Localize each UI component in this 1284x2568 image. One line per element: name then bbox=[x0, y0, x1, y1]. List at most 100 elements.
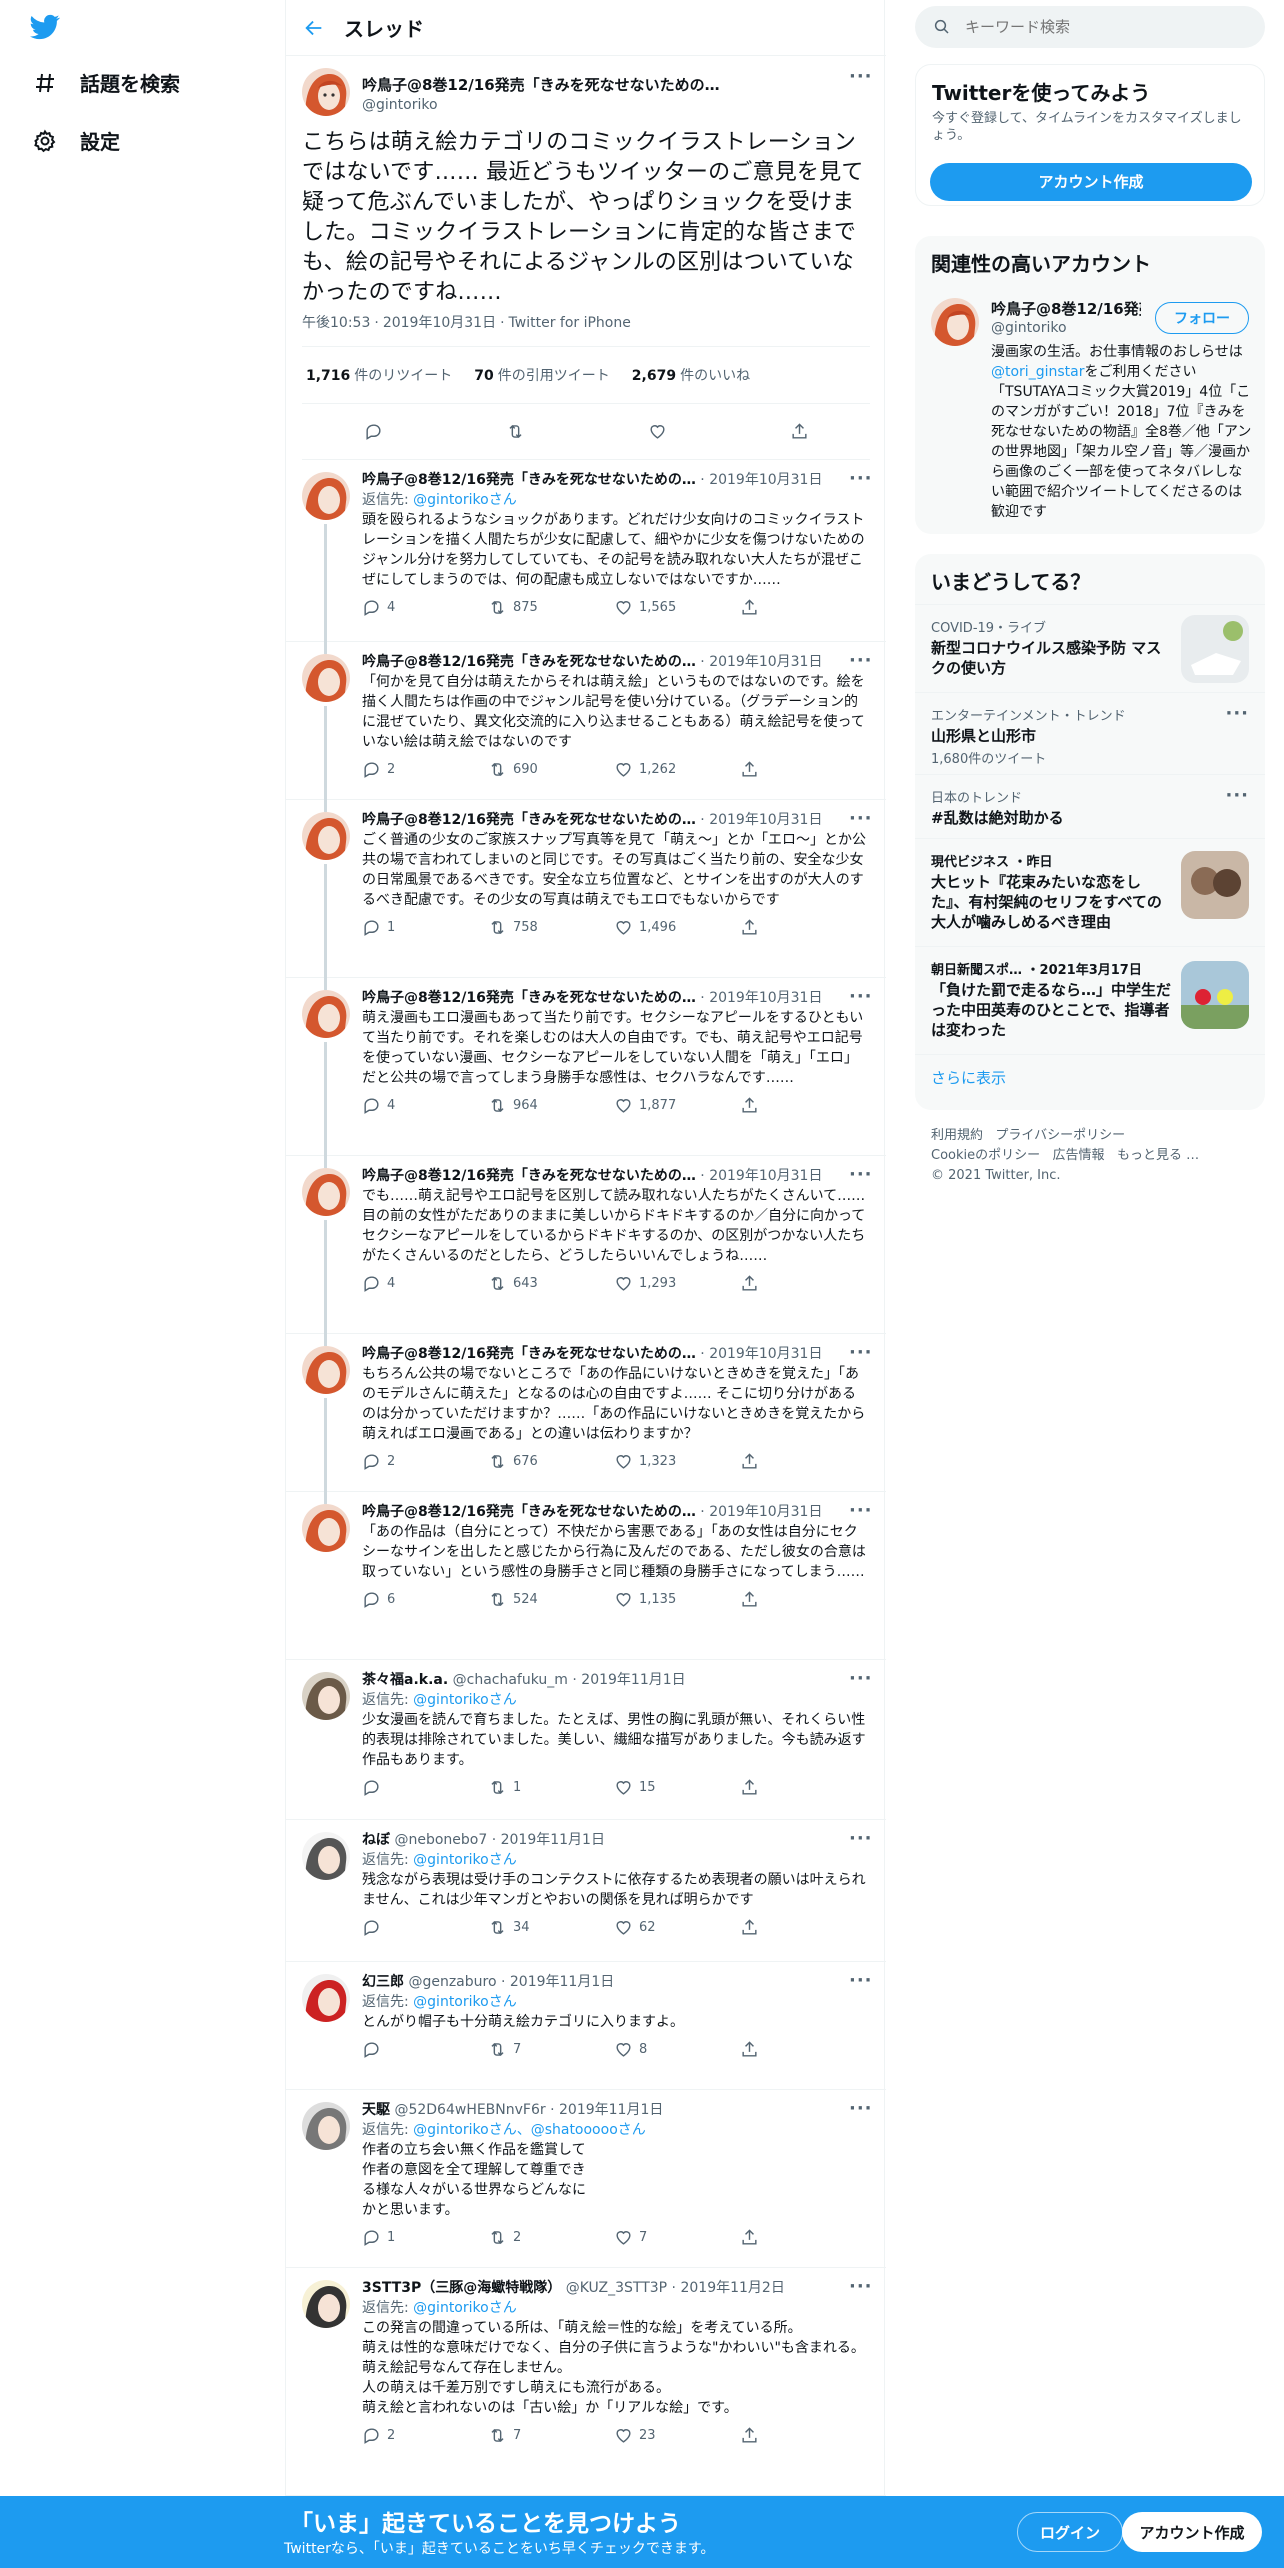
reply-date[interactable]: 2019年10月31日 bbox=[709, 654, 822, 670]
share-button[interactable] bbox=[740, 1778, 866, 1797]
more-icon[interactable]: ··· bbox=[849, 1342, 873, 1363]
like-button[interactable]: 1,565 bbox=[614, 598, 740, 617]
reply-button[interactable] bbox=[362, 2040, 488, 2059]
reply-date[interactable]: 2019年11月1日 bbox=[501, 1832, 605, 1848]
avatar[interactable] bbox=[302, 2102, 350, 2150]
reply-to-link[interactable]: @gintorikoさん、@shatoooooさん bbox=[413, 2122, 646, 2138]
reply-author-name[interactable]: ねぼ bbox=[362, 1832, 390, 1848]
trend-item[interactable]: エンターテインメント・トレンド 山形県と山形市 1,680件のツイート ··· bbox=[915, 692, 1265, 768]
share-button[interactable] bbox=[790, 422, 809, 441]
reply-author-handle[interactable]: @nebonebo7 bbox=[394, 1832, 487, 1848]
bio-link[interactable]: @tori_ginstar bbox=[991, 364, 1084, 380]
reply-tweet[interactable]: 吟鳥子@8巻12/16発売「きみを死なせないための… · 2019年10月31日… bbox=[286, 1492, 886, 1660]
footer-link[interactable]: プライバシーポリシー bbox=[995, 1128, 1125, 1143]
back-button[interactable] bbox=[286, 0, 342, 56]
reply-author-name[interactable]: 茶々福a.k.a. bbox=[362, 1672, 448, 1688]
avatar[interactable] bbox=[931, 298, 979, 346]
share-button[interactable] bbox=[740, 598, 866, 617]
retweet-button[interactable] bbox=[506, 422, 525, 441]
quote-count-link[interactable]: 70 件の引用ツイート bbox=[474, 365, 609, 385]
retweet-button[interactable]: 7 bbox=[488, 2426, 614, 2445]
reply-author-name[interactable]: 吟鳥子@8巻12/16発売「きみを死なせないための… bbox=[362, 654, 696, 670]
like-button[interactable]: 1,877 bbox=[614, 1096, 740, 1115]
search-bar[interactable] bbox=[915, 6, 1265, 48]
share-button[interactable] bbox=[740, 1452, 866, 1471]
retweet-button[interactable]: 690 bbox=[488, 760, 614, 779]
more-icon[interactable]: ··· bbox=[849, 1500, 873, 1521]
share-button[interactable] bbox=[740, 1918, 866, 1937]
more-icon[interactable]: ··· bbox=[849, 66, 873, 87]
like-button[interactable]: 1,262 bbox=[614, 760, 740, 779]
avatar[interactable] bbox=[302, 654, 350, 702]
reply-date[interactable]: 2019年11月1日 bbox=[510, 1974, 614, 1990]
trend-item[interactable]: 朝日新聞スポ… ・2021年3月17日 「負けた罰で走るなら…」中学生だった中田… bbox=[915, 946, 1265, 1054]
reply-to-link[interactable]: @gintorikoさん bbox=[413, 1994, 517, 2010]
like-button[interactable]: 7 bbox=[614, 2228, 740, 2247]
more-icon[interactable]: ··· bbox=[849, 1970, 873, 1991]
like-button[interactable]: 1,135 bbox=[614, 1590, 740, 1609]
reply-tweet[interactable]: 吟鳥子@8巻12/16発売「きみを死なせないための… · 2019年10月31日… bbox=[286, 460, 886, 654]
signup-banner-button[interactable]: アカウント作成 bbox=[1122, 2512, 1262, 2552]
reply-author-name[interactable]: 吟鳥子@8巻12/16発売「きみを死なせないための… bbox=[362, 472, 696, 488]
reply-tweet[interactable]: 吟鳥子@8巻12/16発売「きみを死なせないための… · 2019年10月31日… bbox=[286, 1156, 886, 1346]
reply-to-link[interactable]: @gintorikoさん bbox=[413, 492, 517, 508]
share-button[interactable] bbox=[740, 918, 866, 937]
more-icon[interactable]: ··· bbox=[1225, 703, 1249, 724]
retweet-button[interactable]: 643 bbox=[488, 1274, 614, 1293]
retweet-button[interactable]: 7 bbox=[488, 2040, 614, 2059]
follow-button[interactable]: フォロー bbox=[1155, 302, 1249, 334]
reply-author-name[interactable]: 天駆 bbox=[362, 2102, 390, 2118]
reply-author-name[interactable]: 幻三郎 bbox=[362, 1974, 404, 1990]
reply-date[interactable]: 2019年11月1日 bbox=[581, 1672, 685, 1688]
reply-date[interactable]: 2019年10月31日 bbox=[709, 472, 822, 488]
like-button[interactable]: 1,293 bbox=[614, 1274, 740, 1293]
avatar[interactable] bbox=[302, 2280, 350, 2328]
reply-tweet[interactable]: 吟鳥子@8巻12/16発売「きみを死なせないための… · 2019年10月31日… bbox=[286, 978, 886, 1168]
like-button[interactable]: 15 bbox=[614, 1778, 740, 1797]
like-count-link[interactable]: 2,679 件のいいね bbox=[632, 365, 750, 385]
reply-author-handle[interactable]: @52D64wHEBNnvF6r bbox=[394, 2102, 545, 2118]
like-button[interactable]: 8 bbox=[614, 2040, 740, 2059]
share-button[interactable] bbox=[740, 2040, 866, 2059]
like-button[interactable]: 1,496 bbox=[614, 918, 740, 937]
more-icon[interactable]: ··· bbox=[849, 808, 873, 829]
more-icon[interactable]: ··· bbox=[849, 1828, 873, 1849]
footer-link[interactable]: 利用規約 bbox=[931, 1128, 983, 1143]
reply-date[interactable]: 2019年10月31日 bbox=[709, 812, 822, 828]
reply-tweet[interactable]: 茶々福a.k.a. @chachafuku_m · 2019年11月1日 返信先:… bbox=[286, 1660, 886, 1820]
reply-button[interactable]: 2 bbox=[362, 1452, 488, 1471]
like-button[interactable] bbox=[648, 422, 667, 441]
reply-date[interactable]: 2019年11月2日 bbox=[680, 2280, 784, 2296]
reply-button[interactable]: 1 bbox=[362, 918, 488, 937]
more-icon[interactable]: ··· bbox=[1225, 785, 1249, 806]
avatar[interactable] bbox=[302, 1168, 350, 1216]
retweet-button[interactable]: 964 bbox=[488, 1096, 614, 1115]
more-icon[interactable]: ··· bbox=[849, 986, 873, 1007]
share-button[interactable] bbox=[740, 1096, 866, 1115]
reply-author-name[interactable]: 吟鳥子@8巻12/16発売「きみを死なせないための… bbox=[362, 812, 696, 828]
related-handle[interactable]: @gintoriko bbox=[991, 320, 1067, 336]
reply-button[interactable]: 4 bbox=[362, 1274, 488, 1293]
reply-tweet[interactable]: 吟鳥子@8巻12/16発売「きみを死なせないための… · 2019年10月31日… bbox=[286, 800, 886, 990]
avatar[interactable] bbox=[302, 1672, 350, 1720]
avatar[interactable] bbox=[302, 472, 350, 520]
avatar[interactable] bbox=[302, 1832, 350, 1880]
show-more-link[interactable]: さらに表示 bbox=[915, 1054, 1265, 1110]
footer-link[interactable]: Cookieのポリシー bbox=[931, 1148, 1040, 1163]
retweet-button[interactable]: 676 bbox=[488, 1452, 614, 1471]
footer-link[interactable]: もっと見る … bbox=[1117, 1148, 1199, 1163]
search-input[interactable] bbox=[965, 18, 1225, 36]
trend-item[interactable]: 日本のトレンド #乱数は絶対助かる ··· bbox=[915, 774, 1265, 834]
reply-tweet[interactable]: 3STT3P（三豚@海蠍特戦隊） @KUZ_3STT3P · 2019年11月2… bbox=[286, 2268, 886, 2496]
more-icon[interactable]: ··· bbox=[849, 1668, 873, 1689]
reply-author-handle[interactable]: @genzaburo bbox=[408, 1974, 496, 1990]
reply-date[interactable]: 2019年10月31日 bbox=[709, 1346, 822, 1362]
reply-tweet[interactable]: 吟鳥子@8巻12/16発売「きみを死なせないための… · 2019年10月31日… bbox=[286, 1334, 886, 1504]
login-button[interactable]: ログイン bbox=[1017, 2512, 1123, 2552]
reply-tweet[interactable]: 幻三郎 @genzaburo · 2019年11月1日 返信先: @gintori… bbox=[286, 1962, 886, 2090]
retweet-button[interactable]: 34 bbox=[488, 1918, 614, 1937]
reply-author-name[interactable]: 吟鳥子@8巻12/16発売「きみを死なせないための… bbox=[362, 1504, 696, 1520]
reply-author-name[interactable]: 3STT3P（三豚@海蠍特戦隊） bbox=[362, 2280, 561, 2296]
trend-item[interactable]: COVID-19・ライブ 新型コロナウイルス感染予防 マスクの使い方 bbox=[915, 604, 1265, 692]
reply-to-link[interactable]: @gintorikoさん bbox=[413, 1852, 517, 1868]
